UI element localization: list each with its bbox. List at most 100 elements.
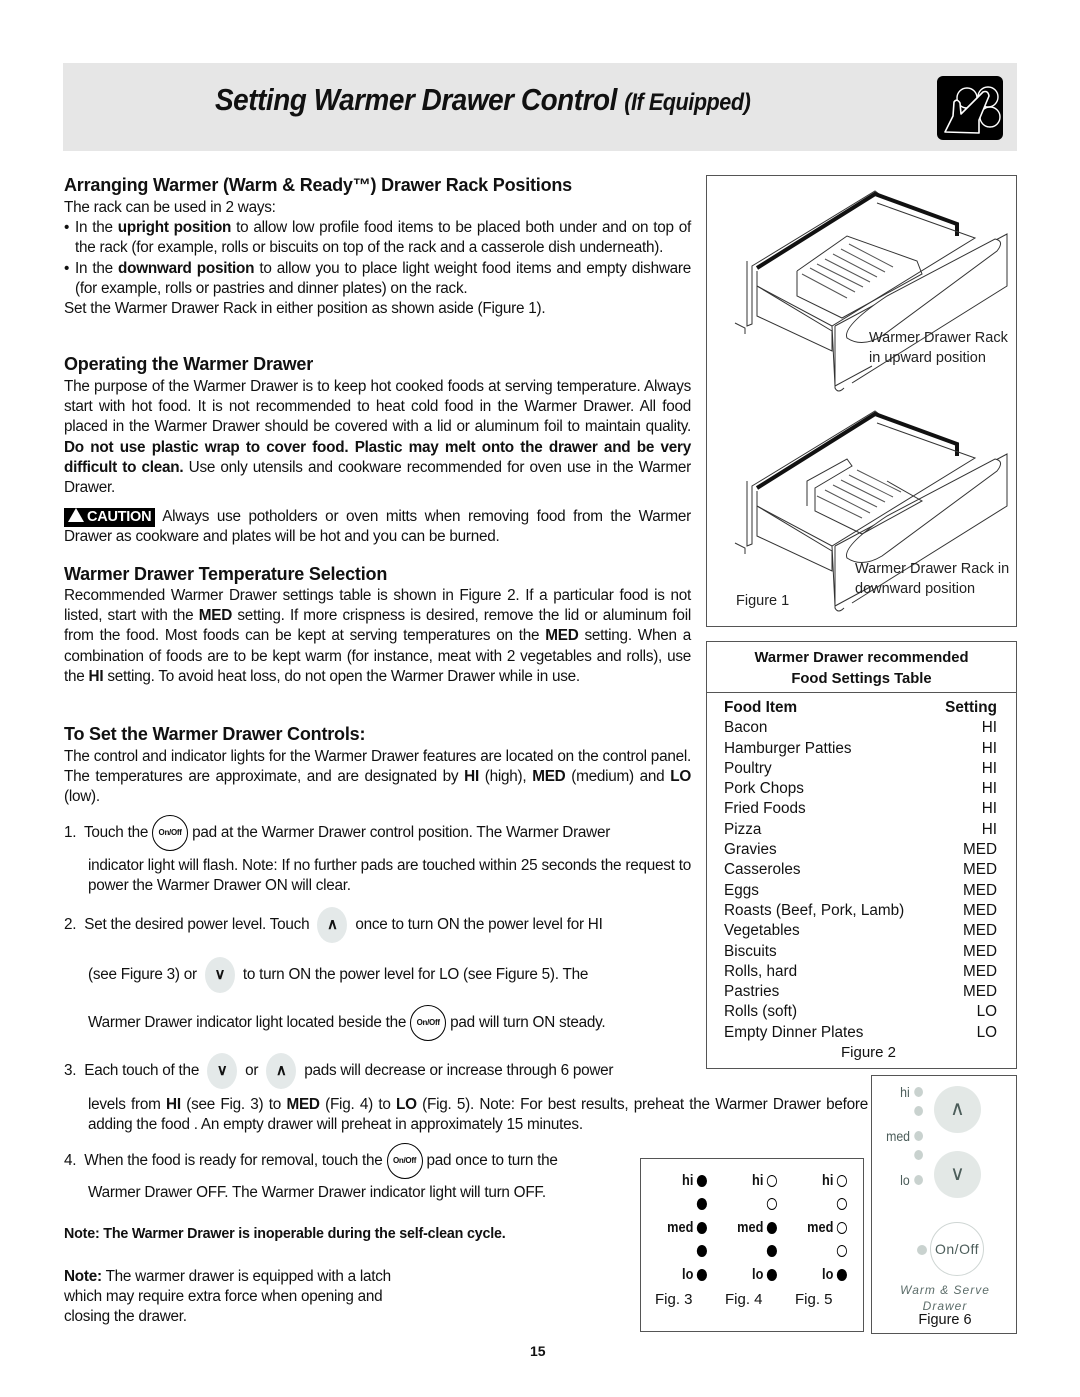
light-off-icon [836, 1198, 847, 1211]
rack-section-heading: Arranging Warmer (Warm & Ready™) Drawer … [64, 175, 572, 195]
temperature-section-heading: Warmer Drawer Temperature Selection [64, 564, 388, 584]
food-setting: MED [963, 881, 997, 899]
indicator-row: med [651, 1216, 707, 1240]
light-on-icon [766, 1221, 777, 1234]
brand-line-1: Warm & Serve [900, 1283, 990, 1297]
food-item: Vegetables [724, 922, 800, 940]
controls-section-body: The control and indicator lights for the… [64, 748, 692, 806]
title-main: Setting Warmer Drawer Control [215, 82, 617, 117]
food-setting: MED [963, 861, 997, 879]
title-suffix: (If Equipped) [624, 89, 751, 116]
table-body: Bacon HI Hamburger Patties HI Poultry HI Pork … [707, 718, 1016, 1043]
light-off-icon [836, 1245, 847, 1258]
table-row: Eggs MED [707, 881, 1016, 901]
rack-bullet-upright: • In the upright position to allow low p… [64, 219, 691, 257]
indicator-row [791, 1193, 847, 1217]
step-1: 1. Touch the On/Off pad at the Warmer Dr… [64, 814, 610, 851]
table-row: Bacon HI [707, 718, 1016, 738]
figure-6-label: Figure 6 [918, 1312, 972, 1328]
step-2: 2. Set the desired power level. Touch ∧ … [64, 906, 603, 943]
food-setting: MED [963, 942, 997, 960]
table-row: Biscuits MED [707, 942, 1016, 962]
table-row: Roasts (Beef, Pork, Lamb) MED [707, 901, 1016, 921]
step-1-continued: indicator light will flash. Note: If no … [88, 857, 691, 895]
food-item: Biscuits [724, 942, 777, 960]
food-setting: MED [963, 901, 997, 919]
food-item: Pizza [724, 820, 762, 838]
table-row: Gravies MED [707, 840, 1016, 860]
indicator-light [914, 1175, 923, 1185]
drawer-illustration-upward [734, 190, 1008, 612]
rack-bullet-downward: • In the downward position to allow you … [64, 259, 691, 297]
figure-1-drawer-rack: Warmer Drawer Rack in upward position Wa… [706, 175, 1017, 627]
food-setting: HI [981, 759, 997, 777]
indicator-row [651, 1193, 707, 1217]
onoff-indicator-light [917, 1245, 927, 1255]
food-item: Poultry [724, 759, 772, 777]
onoff-pad-icon: On/Off [152, 814, 189, 851]
food-item: Bacon [724, 719, 768, 737]
step-2-line-3: Warmer Drawer indicator light located be… [88, 1004, 606, 1041]
indicator-row: hi [651, 1169, 707, 1193]
indicator-row [651, 1240, 707, 1264]
figure-1-caption-downward: Warmer Drawer Rack in downward position [855, 561, 1010, 597]
light-off-icon [836, 1221, 847, 1234]
indicator-row: lo [791, 1263, 847, 1287]
light-on-icon [766, 1245, 777, 1258]
indicator-row: hi [791, 1169, 847, 1193]
step-4-continued: Warmer Drawer OFF. The Warmer Drawer ind… [88, 1184, 546, 1201]
column-header-setting: Setting [945, 699, 997, 716]
step-2-line-2: (see Figure 3) or ∨ to turn ON the power… [88, 956, 588, 993]
indicator-level-2 [910, 1106, 923, 1116]
indicator-row [721, 1193, 777, 1217]
light-off-icon [766, 1174, 777, 1187]
page-title: Setting Warmer Drawer Control (If Equipp… [215, 82, 751, 118]
food-setting: MED [963, 983, 997, 1001]
level-label: lo [752, 1266, 764, 1284]
table-header-row: Food Item Setting [707, 698, 1016, 718]
light-on-icon [696, 1174, 707, 1187]
indicator-light [914, 1150, 923, 1160]
indicator-figure-5: hi med lo [781, 1169, 847, 1287]
indicator-light [914, 1087, 923, 1097]
food-item: Eggs [724, 881, 759, 899]
level-label: lo [822, 1266, 834, 1284]
food-setting: HI [981, 780, 997, 798]
caution-badge: CAUTION [64, 508, 156, 527]
onoff-button[interactable]: On/Off [930, 1222, 984, 1276]
light-on-icon [696, 1221, 707, 1234]
indicator-row: med [721, 1216, 777, 1240]
table-row: Poultry HI [707, 759, 1016, 779]
table-row: Vegetables MED [707, 921, 1016, 941]
indicator-row [721, 1240, 777, 1264]
up-arrow-pad-icon: ∧ [317, 906, 348, 943]
up-arrow-button[interactable]: ∧ [934, 1086, 981, 1133]
column-header-food: Food Item [724, 699, 798, 716]
level-label: hi [682, 1172, 694, 1190]
step-4: 4. When the food is ready for removal, t… [64, 1142, 558, 1179]
down-arrow-button[interactable]: ∨ [934, 1151, 981, 1198]
light-on-icon [696, 1268, 707, 1281]
table-row: Hamburger Patties HI [707, 739, 1016, 759]
indicator-row: hi [721, 1169, 777, 1193]
table-row: Casseroles MED [707, 860, 1016, 880]
figure-label: Fig. 5 [795, 1291, 833, 1308]
figure-label: Fig. 4 [725, 1291, 763, 1308]
food-item: Rolls (soft) [724, 1003, 798, 1021]
figure-2-label: Figure 2 [840, 1044, 897, 1062]
food-item: Pastries [724, 983, 780, 1001]
food-item: Rolls, hard [724, 962, 798, 980]
food-setting: MED [963, 922, 997, 940]
food-setting: MED [963, 841, 997, 859]
table-row: Rolls, hard MED [707, 962, 1016, 982]
light-on-icon [696, 1245, 707, 1258]
figure-6-control-panel: hi med lo ∧ ∨ On/Off Warm & Serve Drawer… [871, 1075, 1017, 1334]
food-setting: HI [981, 800, 997, 818]
down-arrow-pad-icon: ∨ [204, 956, 235, 993]
light-on-icon [766, 1268, 777, 1281]
indicator-light [914, 1131, 923, 1141]
rack-section-body: The rack can be used in 2 ways: • In the… [64, 198, 691, 319]
indicator-row: lo [651, 1263, 707, 1287]
food-item: Casseroles [724, 861, 801, 879]
figure-label: Fig. 3 [655, 1291, 693, 1308]
